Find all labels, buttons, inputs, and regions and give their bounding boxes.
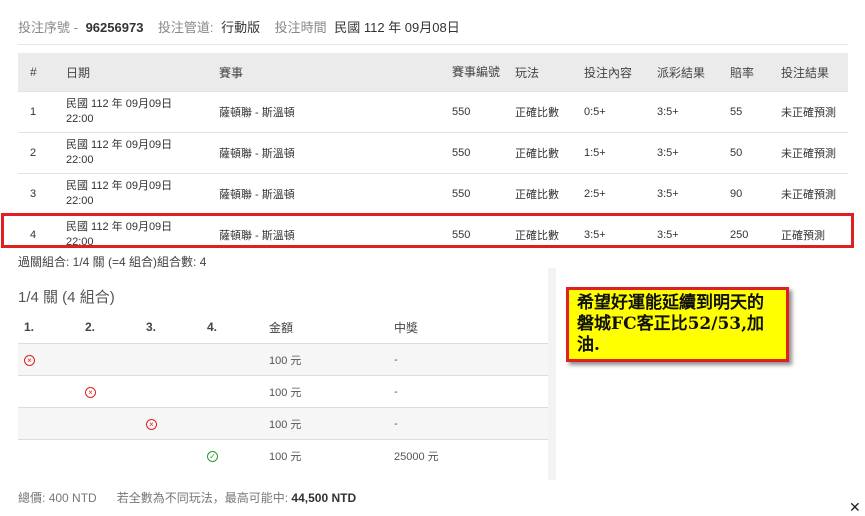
row-outcome: 未正確預測 [769, 91, 848, 133]
col-number: # [18, 53, 54, 92]
close-icon[interactable]: ✕ [849, 499, 861, 516]
row-pick: 2:5+ [572, 173, 645, 215]
row-outcome: 未正確預測 [769, 173, 848, 215]
channel-label: 投注管道: [157, 20, 214, 35]
row-number: 1 [18, 91, 54, 133]
combo-table: 1. 2. 3. 4. 金額 中獎 × 100 元 - × 100 元 - × … [18, 311, 548, 471]
bet-footer: 總價: 400 NTD 若全數為不同玩法，最高可能中: 44,500 NTD [18, 489, 356, 506]
row-match-id: 550 [440, 173, 503, 215]
col-match: 賽事 [207, 53, 440, 92]
table-row: × 100 元 - [18, 407, 548, 440]
col-date: 日期 [54, 53, 207, 92]
check-circle-icon: ✓ [207, 450, 218, 462]
row-result: 3:5+ [645, 91, 718, 133]
x-circle-icon: × [85, 386, 96, 398]
table-row: ✓ 100 元 25000 元 [18, 439, 548, 471]
table-row: 1 民國 112 年 09月09日 22:00 薩頓聯 - 斯溫頓 550 正確比… [18, 91, 848, 133]
serial-label: 投注序號 - [18, 20, 78, 35]
combo-table-header: 1. 2. 3. 4. 金額 中獎 [18, 311, 548, 344]
total-value: 400 NTD [48, 491, 97, 505]
col-odds: 賠率 [718, 53, 769, 92]
annotation-note: 希望好運能延續到明天的磐城FC客正比52/53,加油. [566, 287, 789, 362]
row-result: 3:5+ [645, 132, 718, 174]
x-circle-icon: × [146, 418, 157, 430]
bet-header: 投注序號 - 96256973 投注管道: 行動版 投注時間 民國 112 年 … [18, 17, 460, 36]
table-row: × 100 元 - [18, 343, 548, 376]
row-match-id: 550 [440, 132, 503, 174]
combo-amount: 100 元 [263, 343, 388, 376]
combo-win: - [388, 407, 548, 440]
row-date: 民國 112 年 09月09日 22:00 [54, 91, 207, 133]
channel-value: 行動版 [221, 20, 261, 35]
row-pick: 1:5+ [572, 132, 645, 174]
serial-value: 96256973 [85, 20, 144, 35]
combo-amount: 100 元 [263, 407, 388, 440]
col-result: 派彩結果 [645, 53, 718, 92]
combo-col-4: 4. [207, 320, 218, 334]
max-label: 若全數為不同玩法，最高可能中: [116, 491, 289, 505]
combo-amount: 100 元 [263, 375, 388, 408]
col-outcome: 投注結果 [769, 53, 848, 92]
time-value: 民國 112 年 09月08日 [334, 20, 460, 35]
combo-win: - [388, 343, 548, 376]
row-number: 3 [18, 173, 54, 215]
row-match: 薩頓聯 - 斯溫頓 [207, 132, 440, 174]
row-play: 正確比數 [503, 91, 572, 133]
col-play: 玩法 [503, 53, 572, 92]
row-date: 民國 112 年 09月09日 22:00 [54, 173, 207, 215]
combo-win: 25000 元 [388, 439, 548, 471]
bets-table-header: # 日期 賽事 賽事編號 玩法 投注內容 派彩結果 賠率 投注結果 [18, 53, 848, 92]
row-number: 2 [18, 132, 54, 174]
row-date: 民國 112 年 09月09日 22:00 [54, 132, 207, 174]
x-circle-icon: × [24, 354, 35, 366]
row-play: 正確比數 [503, 132, 572, 174]
row-match: 薩頓聯 - 斯溫頓 [207, 173, 440, 215]
col-pick: 投注內容 [572, 53, 645, 92]
combo-col-amount: 金額 [269, 320, 294, 335]
combo-summary: 過關組合: 1/4 關 (=4 組合)組合數: 4 [18, 255, 207, 269]
col-match-id: 賽事編號 [440, 53, 503, 92]
row-pick: 0:5+ [572, 91, 645, 133]
total-label: 總價: [18, 491, 46, 505]
table-row: 3 民國 112 年 09月09日 22:00 薩頓聯 - 斯溫頓 550 正確比… [18, 173, 848, 215]
combo-col-win: 中獎 [394, 320, 419, 335]
time-label: 投注時間 [274, 20, 327, 35]
row-outcome: 未正確預測 [769, 132, 848, 174]
combo-title: 1/4 關 (4 組合) [18, 289, 115, 306]
row-odds: 55 [718, 91, 769, 133]
row-play: 正確比數 [503, 173, 572, 215]
section-divider [548, 268, 556, 480]
winning-row-highlight [1, 213, 854, 248]
max-value: 44,500 NTD [291, 491, 357, 505]
table-row: 2 民國 112 年 09月09日 22:00 薩頓聯 - 斯溫頓 550 正確比… [18, 132, 848, 174]
combo-win: - [388, 375, 548, 408]
table-row: × 100 元 - [18, 375, 548, 408]
row-match-id: 550 [440, 91, 503, 133]
combo-col-1: 1. [24, 320, 35, 334]
header-divider [18, 44, 848, 45]
combo-col-2: 2. [85, 320, 96, 334]
row-result: 3:5+ [645, 173, 718, 215]
combo-col-3: 3. [146, 320, 157, 334]
row-match: 薩頓聯 - 斯溫頓 [207, 91, 440, 133]
row-odds: 90 [718, 173, 769, 215]
combo-amount: 100 元 [263, 439, 388, 471]
row-odds: 50 [718, 132, 769, 174]
